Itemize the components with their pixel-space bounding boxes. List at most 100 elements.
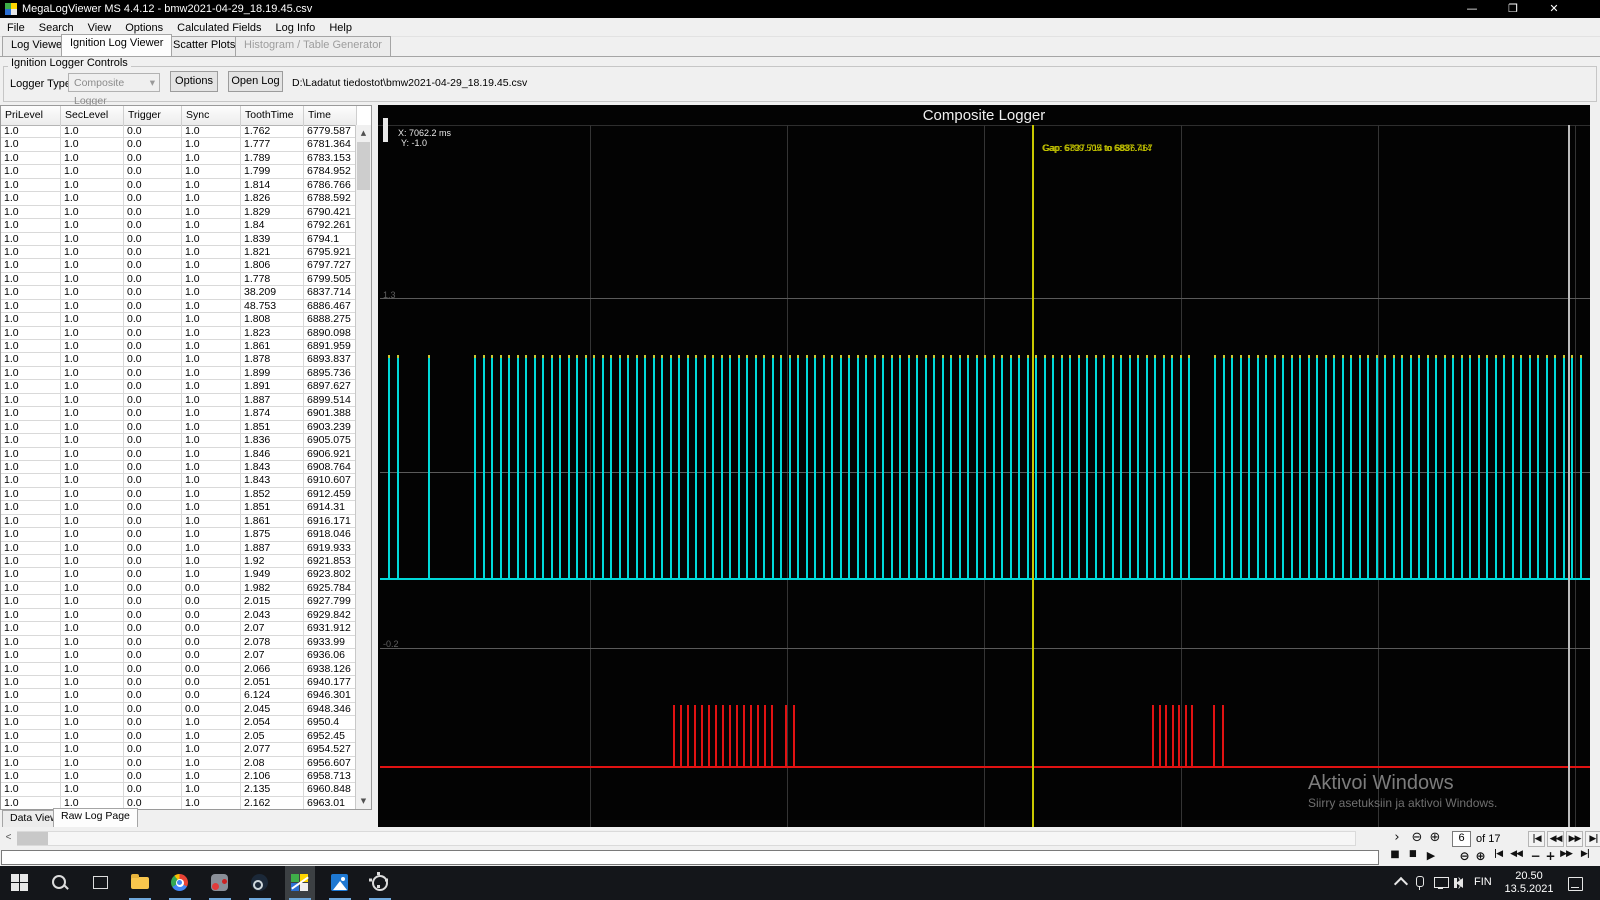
open-log-button[interactable]: Open Log: [228, 71, 283, 92]
horizontal-scrollbar[interactable]: [0, 831, 1356, 846]
network-icon[interactable]: [1434, 877, 1449, 889]
scroll-up-icon[interactable]: ▲: [356, 125, 371, 141]
expand-chevron-icon[interactable]: ›: [1390, 830, 1404, 845]
start-button[interactable]: [5, 866, 35, 900]
stop-button[interactable]: ■: [1386, 849, 1402, 860]
zoom-in-button[interactable]: ⊕: [1472, 849, 1488, 863]
tab-scatter-plots[interactable]: Scatter Plots: [164, 36, 245, 56]
pri-level-signal-pulse: [771, 356, 774, 578]
slower-button[interactable]: −: [1527, 849, 1543, 863]
pri-level-signal-pulse: [814, 356, 816, 578]
cell-toothtime: 2.051: [241, 675, 304, 690]
skip-end-button[interactable]: ▶|: [1577, 849, 1593, 859]
cell-sync: 1.0: [182, 299, 241, 314]
play-button[interactable]: ▶: [1422, 849, 1438, 862]
cell-seclevel: 1.0: [61, 340, 124, 354]
faster-button[interactable]: +: [1542, 849, 1558, 863]
cell-time: 6905.075: [304, 434, 357, 448]
column-header-seclevel[interactable]: SecLevel: [61, 106, 124, 125]
tray-chevron-icon[interactable]: [1393, 876, 1409, 892]
pri-level-signal-pulse: [584, 356, 587, 578]
pri-level-signal-pulse: [1026, 356, 1029, 578]
marker-cursor[interactable]: [1568, 125, 1570, 827]
scroll-left-icon[interactable]: <: [0, 831, 17, 846]
tab-raw-log-page[interactable]: Raw Log Page: [53, 808, 138, 827]
column-header-toothtime[interactable]: ToothTime: [241, 106, 304, 125]
cell-seclevel: 1.0: [61, 151, 124, 166]
cell-trigger: 0.0: [124, 689, 182, 703]
settings-button[interactable]: [365, 866, 395, 900]
cell-time: 6950.4: [304, 716, 357, 730]
column-header-sync[interactable]: Sync: [182, 106, 241, 125]
cell-sync: 0.0: [182, 675, 241, 690]
pulse-sync-tip: [712, 355, 714, 358]
maximize-button[interactable]: ❐: [1496, 0, 1530, 18]
pri-level-signal-pulse: [856, 356, 859, 578]
selection-cursor[interactable]: [1032, 125, 1034, 827]
clock[interactable]: 20.50 13.5.2021: [1500, 870, 1558, 896]
table-scrollbar[interactable]: ▲ ▼: [355, 125, 371, 809]
language-indicator[interactable]: FIN: [1474, 876, 1492, 888]
page-number-input[interactable]: 6: [1452, 831, 1471, 847]
first-page-button[interactable]: |◀: [1528, 831, 1545, 847]
zoom-out-button[interactable]: ⊖: [1456, 849, 1472, 863]
skip-start-button[interactable]: |◀: [1490, 849, 1506, 859]
cell-sync: 1.0: [182, 555, 241, 569]
pulse-sync-tip: [1265, 355, 1267, 358]
cell-prilevel: 1.0: [1, 783, 61, 797]
last-page-button[interactable]: ▶|: [1585, 831, 1600, 847]
taskbar-search-button[interactable]: [45, 866, 75, 900]
scrollbar-thumb[interactable]: [357, 142, 370, 190]
volume-icon[interactable]: [1454, 875, 1463, 889]
cell-toothtime: 1.846: [241, 447, 304, 461]
close-button[interactable]: ✕: [1537, 0, 1571, 18]
prev-page-button[interactable]: ◀◀: [1547, 831, 1564, 847]
rewind-button[interactable]: ◀◀: [1508, 849, 1524, 859]
scroll-down-icon[interactable]: ▼: [356, 793, 371, 809]
splitter-grip[interactable]: [383, 118, 388, 142]
cell-seclevel: 1.0: [61, 501, 124, 515]
search-glass-icon: [51, 874, 69, 892]
pulse-sync-tip: [1026, 355, 1029, 358]
composite-logger-plot[interactable]: Composite Logger X: 7062.2 ms Y: -1.0 1.…: [378, 105, 1590, 827]
cell-sync: 1.0: [182, 232, 241, 246]
steam-button[interactable]: [245, 866, 275, 900]
pri-level-signal-pulse: [848, 356, 850, 578]
pulse-sync-tip: [1528, 355, 1531, 358]
table-row: 1.0 1.0 0.0 1.0 1.789 6783.153: [1, 151, 357, 166]
cell-time: 6929.842: [304, 608, 357, 623]
tab-ignition-log-viewer[interactable]: Ignition Log Viewer: [61, 34, 173, 56]
cell-time: 6910.607: [304, 474, 357, 488]
next-page-button[interactable]: ▶▶: [1566, 831, 1583, 847]
title-bar: MegaLogViewer MS 4.4.12 - bmw2021-04-29_…: [0, 0, 1600, 18]
photos-button[interactable]: [325, 866, 355, 900]
column-header-time[interactable]: Time: [304, 106, 357, 125]
cell-trigger: 0.0: [124, 662, 182, 676]
logger-type-dropdown[interactable]: Composite Logger ▾: [68, 73, 160, 107]
action-center-icon[interactable]: [1568, 877, 1583, 891]
media-app-button[interactable]: [205, 866, 235, 900]
options-button[interactable]: Options: [170, 71, 218, 92]
cell-seclevel: 1.0: [61, 178, 124, 193]
cell-sync: 1.0: [182, 178, 241, 193]
minimize-button[interactable]: —: [1455, 0, 1489, 18]
file-explorer-button[interactable]: [125, 866, 155, 900]
cell-trigger: 0.0: [124, 770, 182, 784]
page-zoom-out-button[interactable]: ⊖: [1408, 830, 1426, 845]
column-header-prilevel[interactable]: PriLevel: [1, 106, 61, 125]
cell-prilevel: 1.0: [1, 716, 61, 730]
forward-button[interactable]: ▶▶: [1558, 849, 1574, 859]
pause-button[interactable]: ▮▮: [1404, 849, 1420, 859]
pri-level-signal-baseline: [380, 578, 1590, 580]
microphone-icon[interactable]: [1416, 876, 1424, 890]
cell-seclevel: 1.0: [61, 380, 124, 394]
task-view-button[interactable]: [85, 866, 115, 900]
trigger-signal-pulse: [680, 705, 682, 766]
cell-time: 6956.607: [304, 756, 357, 770]
page-zoom-in-button[interactable]: ⊕: [1426, 830, 1444, 845]
megalogviewer-button[interactable]: [285, 866, 315, 900]
column-header-trigger[interactable]: Trigger: [124, 106, 182, 125]
chrome-button[interactable]: [165, 866, 195, 900]
hscrollbar-thumb[interactable]: [17, 832, 48, 845]
status-input[interactable]: [1, 850, 1379, 865]
